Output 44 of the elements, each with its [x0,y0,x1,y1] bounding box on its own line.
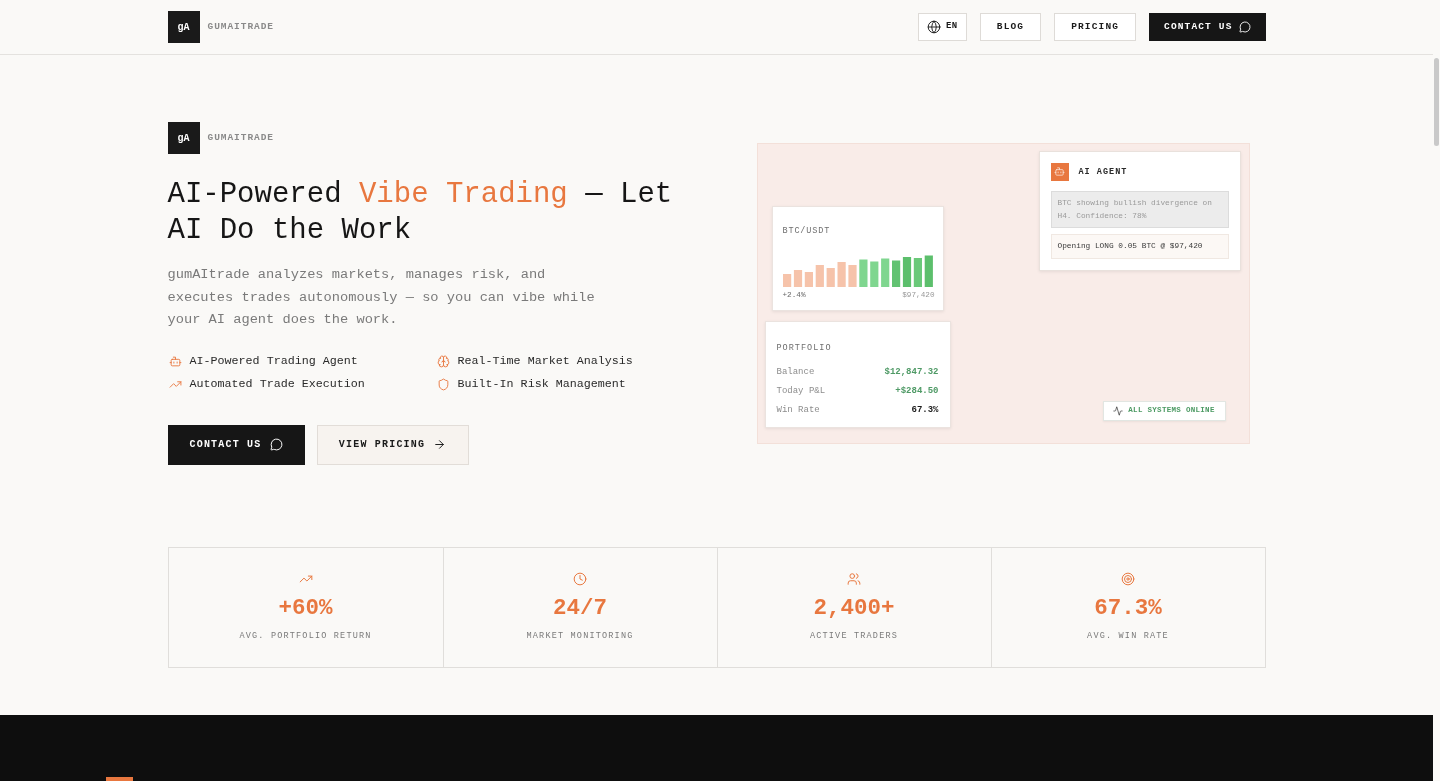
feature-label: Real-Time Market Analysis [457,353,633,370]
stat-label: ACTIVE TRADERS [809,629,899,642]
shield-icon [436,378,450,392]
stat-value: 67.3% [1094,593,1162,622]
portfolio-label: Win Rate [776,403,820,417]
hero-title: AI-Powered Vibe Trading — Let AI Do the Work [167,177,674,249]
language-button[interactable]: EN [917,13,967,41]
globe-icon [926,20,941,34]
pair-label: BTC/USDT [782,224,832,237]
robot-icon [168,355,182,369]
scrollbar-thumb[interactable] [1434,58,1439,146]
chat-bubble-icon [1238,21,1251,33]
nav-link[interactable]: BLOG [979,13,1042,41]
agent-title: AI AGENT [1078,165,1128,179]
activity-icon [1113,405,1124,416]
stat-value: +60% [278,593,333,622]
portfolio-label: Balance [776,365,815,379]
nav-link[interactable]: PRICING [1054,13,1137,41]
logo-mark[interactable]: gA [167,11,200,43]
contact-button[interactable]: CONTACT US [1149,13,1266,41]
stat-label: AVG. PORTFOLIO RETURN [239,629,372,642]
portfolio-value: +$284.50 [895,384,939,398]
chat-bubble-icon [269,438,283,452]
portfolio-label: Today P&L [776,384,826,398]
feature-label: Built-In Risk Management [457,376,626,393]
feature-label: Automated Trade Execution [189,376,365,393]
hero-description: gumAItrade analyzes markets, manages risk, and executes trades autonomously — so you can vibe while your AI agent does the work. [167,266,596,330]
stat-value: 2,400+ [813,593,895,622]
arrow-right-icon [433,438,447,452]
stat-label: AVG. WIN RATE [1087,629,1169,642]
logo-mark[interactable]: gA [167,122,200,154]
portfolio-value: $12,847.32 [884,365,939,379]
users-icon [847,571,861,586]
clock-icon [573,571,587,586]
contact-button[interactable]: CONTACT US [167,424,305,465]
stat-label: MARKET MONITORING [526,629,634,642]
stat-value: 24/7 [553,593,607,622]
robot-icon [1050,162,1069,181]
feature-label: AI-Powered Trading Agent [189,353,358,370]
view-pricing-button[interactable]: VIEW PRICING [316,424,469,465]
portfolio-value: 67.3% [911,403,939,417]
brain-icon [436,355,450,369]
portfolio-title: PORTFOLIO [776,341,833,354]
target-icon [1121,571,1135,586]
